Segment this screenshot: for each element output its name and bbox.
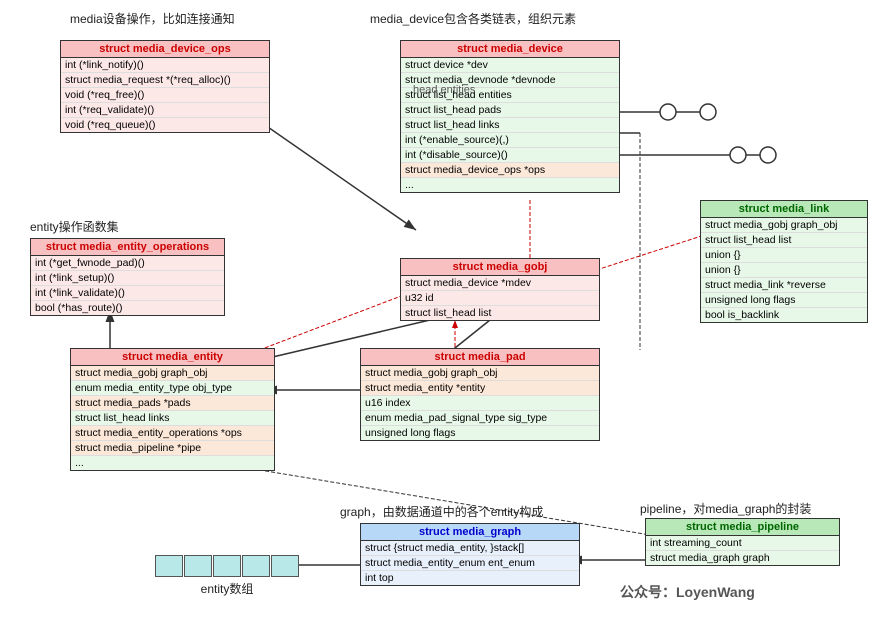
struct-media-link-header: struct media_link bbox=[701, 201, 867, 218]
field-has-route: bool (*has_route)() bbox=[31, 301, 224, 315]
field-link-graph-obj: struct media_gobj graph_obj bbox=[701, 218, 867, 233]
field-pad-sig-type: enum media_pad_signal_type sig_type bbox=[361, 411, 599, 426]
field-link-union2: union {} bbox=[701, 263, 867, 278]
field-entity-links: struct list_head links bbox=[71, 411, 274, 426]
struct-media-pad: struct media_pad struct media_gobj graph… bbox=[360, 348, 600, 441]
annotation-head-entities: head entities bbox=[413, 84, 475, 96]
struct-media-link: struct media_link struct media_gobj grap… bbox=[700, 200, 868, 323]
field-pad-flags: unsigned long flags bbox=[361, 426, 599, 440]
field-pad-entity: struct media_entity *entity bbox=[361, 381, 599, 396]
struct-media-graph-header: struct media_graph bbox=[361, 524, 579, 541]
entity-array-cells bbox=[155, 555, 299, 577]
struct-media-device-header: struct media_device bbox=[401, 41, 619, 58]
struct-media-entity: struct media_entity struct media_gobj gr… bbox=[70, 348, 275, 471]
annotation-entity-ops: entity操作函数集 bbox=[30, 218, 119, 235]
field-link-setup: int (*link_setup)() bbox=[31, 271, 224, 286]
entity-array-label-area: entity数组 bbox=[155, 555, 299, 597]
field-pad-index: u16 index bbox=[361, 396, 599, 411]
field-req-free: void (*req_free)() bbox=[61, 88, 269, 103]
field-req-queue: void (*req_queue)() bbox=[61, 118, 269, 132]
field-pads: struct list_head pads bbox=[401, 103, 619, 118]
struct-media-graph: struct media_graph struct {struct media_… bbox=[360, 523, 580, 586]
field-link-notify: int (*link_notify)() bbox=[61, 58, 269, 73]
field-pipeline-graph: struct media_graph graph bbox=[646, 551, 839, 565]
array-cell-5 bbox=[271, 555, 299, 577]
field-entity-graph-obj: struct media_gobj graph_obj bbox=[71, 366, 274, 381]
field-links: struct list_head links bbox=[401, 118, 619, 133]
field-dev: struct device *dev bbox=[401, 58, 619, 73]
field-entity-ops: struct media_entity_operations *ops bbox=[71, 426, 274, 441]
field-entity-pipe: struct media_pipeline *pipe bbox=[71, 441, 274, 456]
annotation-media-pipeline: pipeline，对media_graph的封装 bbox=[640, 500, 811, 517]
struct-media-gobj-header: struct media_gobj bbox=[401, 259, 599, 276]
field-entity-pads: struct media_pads *pads bbox=[71, 396, 274, 411]
field-link-reverse: struct media_link *reverse bbox=[701, 278, 867, 293]
field-pipeline-streaming: int streaming_count bbox=[646, 536, 839, 551]
struct-media-pad-header: struct media_pad bbox=[361, 349, 599, 366]
struct-media-gobj: struct media_gobj struct media_device *m… bbox=[400, 258, 600, 321]
field-ellipsis: ... bbox=[401, 178, 619, 192]
annotation-media-device-ops: media设备操作，比如连接通知 bbox=[70, 10, 235, 27]
field-link-backlink: bool is_backlink bbox=[701, 308, 867, 322]
array-cell-2 bbox=[184, 555, 212, 577]
field-gobj-id: u32 id bbox=[401, 291, 599, 306]
field-disable-source: int (*disable_source)() bbox=[401, 148, 619, 163]
field-graph-top: int top bbox=[361, 571, 579, 585]
struct-media-device-ops-header: struct media_device_ops bbox=[61, 41, 269, 58]
field-entity-ellipsis: ... bbox=[71, 456, 274, 470]
field-gobj-mdev: struct media_device *mdev bbox=[401, 276, 599, 291]
struct-media-pipeline-header: struct media_pipeline bbox=[646, 519, 839, 536]
field-graph-stack: struct {struct media_entity, }stack[] bbox=[361, 541, 579, 556]
field-link-flags: unsigned long flags bbox=[701, 293, 867, 308]
field-link-validate: int (*link_validate)() bbox=[31, 286, 224, 301]
field-link-list: struct list_head list bbox=[701, 233, 867, 248]
field-gobj-list: struct list_head list bbox=[401, 306, 599, 320]
struct-media-entity-header: struct media_entity bbox=[71, 349, 274, 366]
annotation-media-device: media_device包含各类链表，组织元素 bbox=[370, 10, 576, 27]
field-pad-graph-obj: struct media_gobj graph_obj bbox=[361, 366, 599, 381]
struct-media-device-ops: struct media_device_ops int (*link_notif… bbox=[60, 40, 270, 133]
field-get-fwnode-pad: int (*get_fwnode_pad)() bbox=[31, 256, 224, 271]
array-cell-1 bbox=[155, 555, 183, 577]
struct-media-entity-ops-header: struct media_entity_operations bbox=[31, 239, 224, 256]
field-ops: struct media_device_ops *ops bbox=[401, 163, 619, 178]
array-cell-3 bbox=[213, 555, 241, 577]
watermark: 公众号：LoyenWang bbox=[620, 582, 755, 602]
struct-media-pipeline: struct media_pipeline int streaming_coun… bbox=[645, 518, 840, 566]
entity-array-label: entity数组 bbox=[155, 580, 299, 597]
field-graph-ent-enum: struct media_entity_enum ent_enum bbox=[361, 556, 579, 571]
diagram-container: media设备操作，比如连接通知 media_device包含各类链表，组织元素… bbox=[0, 0, 876, 625]
field-enable-source: int (*enable_source)(,) bbox=[401, 133, 619, 148]
field-entity-obj-type: enum media_entity_type obj_type bbox=[71, 381, 274, 396]
field-req-validate: int (*req_validate)() bbox=[61, 103, 269, 118]
struct-media-entity-operations: struct media_entity_operations int (*get… bbox=[30, 238, 225, 316]
field-req-alloc: struct media_request *(*req_alloc)() bbox=[61, 73, 269, 88]
array-cell-4 bbox=[242, 555, 270, 577]
annotation-media-graph: graph，由数据通道中的各个entity构成 bbox=[340, 503, 543, 520]
struct-media-device: struct media_device struct device *dev s… bbox=[400, 40, 620, 193]
field-link-union1: union {} bbox=[701, 248, 867, 263]
